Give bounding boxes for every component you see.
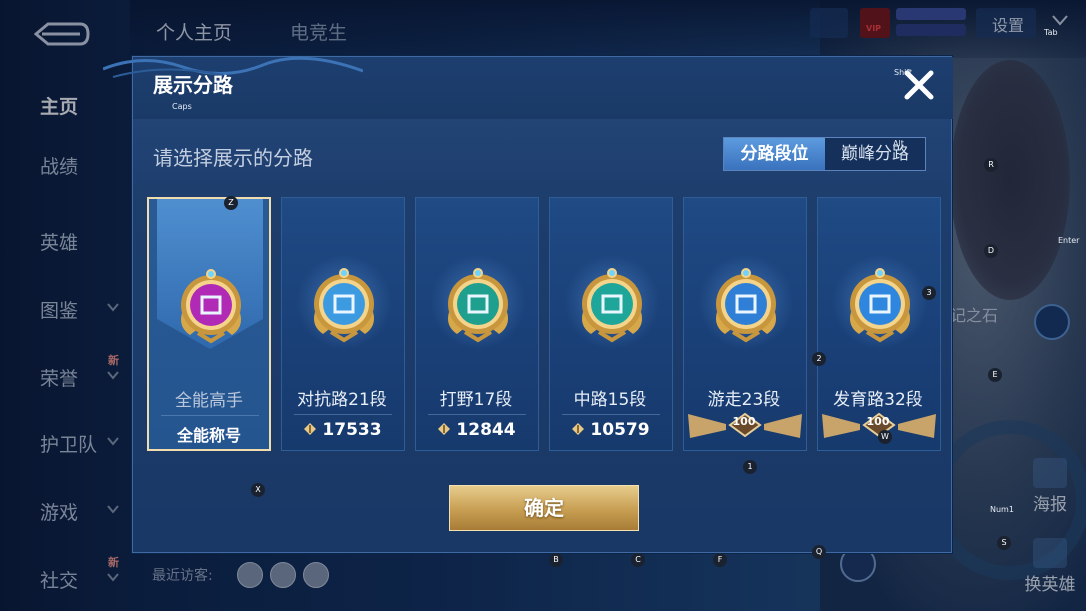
key-hint-label: F [713,553,727,567]
lane-card-name: 打野17段 [439,390,513,410]
card-divider [294,414,392,415]
lane-card-name: 全能高手 [175,391,243,411]
key-hint-label: C [631,553,645,567]
rank-badge-value: 100 [866,415,890,428]
key-hint-label: Tab [1044,28,1058,37]
key-hint-label: R [984,158,998,172]
confirm-button[interactable]: 确定 [449,485,639,531]
card-divider [428,414,526,415]
lane-card-name: 中路15段 [573,390,647,410]
key-hint-label: D [984,244,998,258]
tab-lane-rank[interactable]: 分路段位 [724,138,825,170]
key-hint-label: Alt [893,139,904,148]
wave-ornament-icon [103,56,363,78]
dialog-header: 展示分路 [103,56,953,119]
lane-emblem-icon [716,268,776,343]
key-hint-label: Z [224,196,238,210]
lane-card-tag: 全能称号 [176,426,241,445]
lane-card[interactable]: 对抗路21段 17533 [281,197,405,451]
tab-peak-lane[interactable]: 巅峰分路 [825,138,925,170]
key-hint-label: W [878,430,892,444]
lane-emblem-icon [582,268,642,343]
lane-card-score-value: 17533 [322,420,382,440]
key-hint-label: Q [812,545,826,559]
lane-card[interactable]: 游走23段 100 [683,197,807,451]
key-hint-label: Shift [894,68,913,77]
lane-card-name: 对抗路21段 [297,390,387,410]
key-hint-label: 2 [812,352,826,366]
rank-badge-value: 100 [732,415,756,428]
key-hint-label: S [997,536,1011,550]
lane-card-score: 10579 [550,420,670,440]
lane-card-score: 17533 [282,420,402,440]
lane-card-score-value: 12844 [456,420,516,440]
lane-card-score: 12844 [416,420,536,440]
card-divider [562,414,660,415]
key-hint-label: X [251,483,265,497]
lane-card-name: 发育路32段 [833,390,923,410]
power-icon [304,423,317,435]
key-hint-label: Enter [1058,236,1080,245]
key-hint-label: 1 [743,460,757,474]
dialog-subtitle: 请选择展示的分路 [153,146,313,170]
power-icon [572,423,585,435]
lane-card[interactable]: 打野17段 12844 [415,197,539,451]
key-hint-label: E [988,368,1002,382]
dialog-title: 展示分路 [153,73,233,97]
lane-card[interactable]: 发育路32段 100 [817,197,941,451]
lane-emblem-icon [314,268,374,343]
lane-card-name: 游走23段 [707,390,781,410]
key-hint-label: Num1 [990,505,1014,514]
power-icon [438,423,451,435]
key-hint-label: 3 [922,286,936,300]
card-divider [161,415,259,416]
key-hint-label: B [549,553,563,567]
lane-emblem-icon [448,268,508,343]
lane-card[interactable]: 全能高手 全能称号 [147,197,271,451]
key-hint-label: Caps [172,102,192,111]
lane-display-dialog: 展示分路 请选择展示的分路 分路段位 巅峰分路 全能高手 全能称号 对抗路21段 17… [103,56,953,553]
lane-card[interactable]: 中路15段 10579 [549,197,673,451]
lane-emblem-icon [850,268,910,343]
lane-emblem-icon [181,269,241,344]
lane-card-score-value: 10579 [590,420,650,440]
